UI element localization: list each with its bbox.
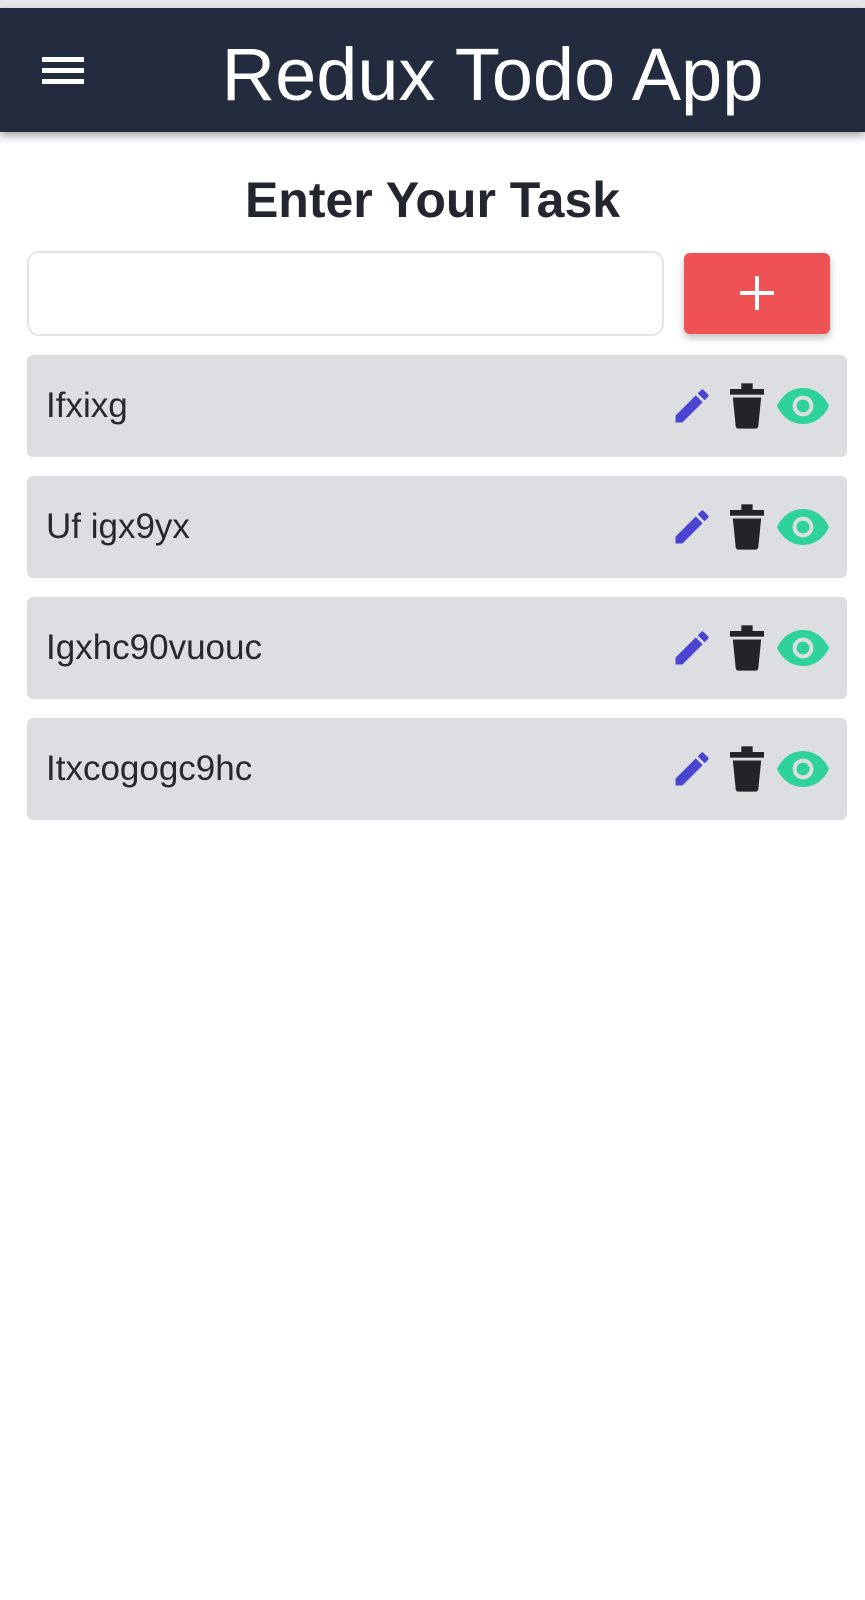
eye-icon xyxy=(777,630,829,666)
task-text: Igxhc90vuouc xyxy=(46,628,262,667)
task-text: Ifxixg xyxy=(46,386,128,425)
delete-task-button[interactable] xyxy=(727,476,767,578)
trash-icon xyxy=(730,504,764,550)
task-item: Ifxixg xyxy=(27,355,847,457)
eye-icon xyxy=(777,388,829,424)
eye-icon xyxy=(777,509,829,545)
edit-task-button[interactable] xyxy=(667,718,717,820)
app-bar: Redux Todo App xyxy=(0,8,865,132)
view-task-button[interactable] xyxy=(775,476,831,578)
delete-task-button[interactable] xyxy=(727,597,767,699)
edit-task-button[interactable] xyxy=(667,597,717,699)
view-task-button[interactable] xyxy=(775,718,831,820)
menu-icon[interactable] xyxy=(40,53,86,89)
edit-task-button[interactable] xyxy=(667,476,717,578)
app-title: Redux Todo App xyxy=(221,33,764,116)
task-input[interactable] xyxy=(27,251,664,336)
view-task-button[interactable] xyxy=(775,597,831,699)
task-list: Ifxixg Uf igx9yx Igxhc90vuouc Itxcogogc9… xyxy=(27,355,847,839)
trash-icon xyxy=(730,746,764,792)
page-title: Enter Your Task xyxy=(244,172,621,228)
pencil-icon xyxy=(675,389,709,423)
edit-task-button[interactable] xyxy=(667,355,717,457)
status-strip xyxy=(0,0,865,8)
task-item: Itxcogogc9hc xyxy=(27,718,847,820)
pencil-icon xyxy=(675,752,709,786)
trash-icon xyxy=(730,625,764,671)
delete-task-button[interactable] xyxy=(727,355,767,457)
delete-task-button[interactable] xyxy=(727,718,767,820)
view-task-button[interactable] xyxy=(775,355,831,457)
add-task-button[interactable] xyxy=(684,253,830,334)
task-item: Uf igx9yx xyxy=(27,476,847,578)
trash-icon xyxy=(730,383,764,429)
pencil-icon xyxy=(675,510,709,544)
pencil-icon xyxy=(675,631,709,665)
task-item: Igxhc90vuouc xyxy=(27,597,847,699)
task-text: Uf igx9yx xyxy=(46,507,190,546)
task-text: Itxcogogc9hc xyxy=(46,749,253,788)
eye-icon xyxy=(777,751,829,787)
